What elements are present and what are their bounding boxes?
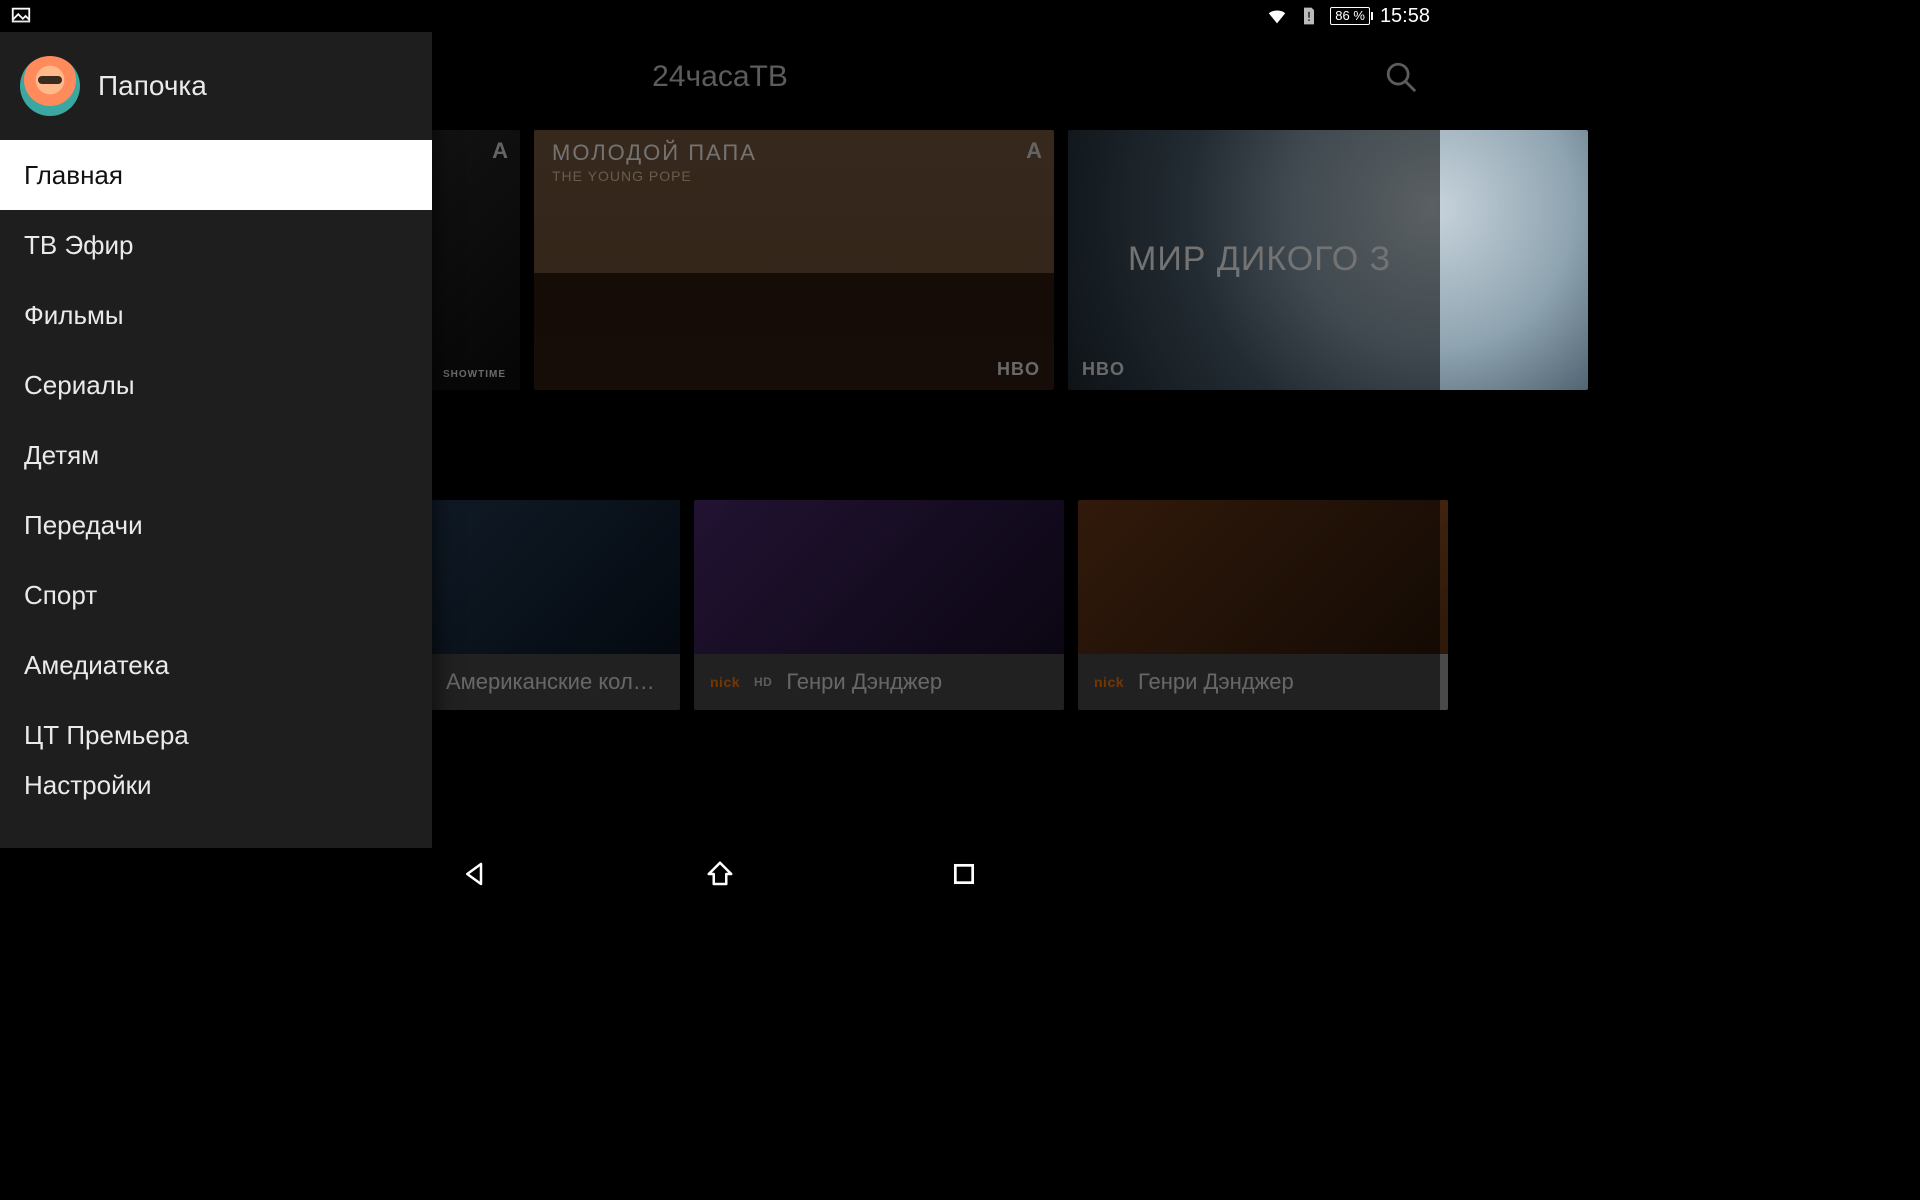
hero-card[interactable]: A МОЛОДОЙ ПАПА THE YOUNG POPE HBO xyxy=(534,130,1054,390)
nav-item-home[interactable]: Главная xyxy=(0,140,432,210)
network-badge: SHOWTIME xyxy=(443,369,506,380)
hero-title: МОЛОДОЙ ПАПА xyxy=(552,140,757,166)
hero-subtitle: THE YOUNG POPE xyxy=(552,168,692,184)
nav-item-amediateka[interactable]: Амедиатека xyxy=(0,630,432,700)
nav-item-live-tv[interactable]: ТВ Эфир xyxy=(0,210,432,280)
search-button[interactable] xyxy=(1384,60,1420,96)
content-tile[interactable]: nick Генри Дэнджер xyxy=(1078,500,1448,710)
tile-thumb xyxy=(1078,500,1448,654)
content-tile[interactable]: Американские колле… xyxy=(430,500,680,710)
nav-item-movies[interactable]: Фильмы xyxy=(0,280,432,350)
hero-card[interactable]: МИР ДИКОГО З HBO xyxy=(1068,130,1588,390)
channel-logo: nick xyxy=(1094,674,1124,690)
hero-row: A SHOWTIME A МОЛОДОЙ ПАПА THE YOUNG POPE… xyxy=(430,130,1440,390)
avatar xyxy=(20,56,80,116)
channel-hd-badge: HD xyxy=(754,675,772,689)
tile-thumb xyxy=(430,500,680,654)
android-status-bar: 86 % 15:58 xyxy=(0,0,1440,32)
home-button[interactable] xyxy=(703,857,737,891)
nav-list: Главная ТВ Эфир Фильмы Сериалы Детям Пер… xyxy=(0,140,432,848)
nav-item-shows[interactable]: Передачи xyxy=(0,490,432,560)
tile-title: Американские колле… xyxy=(446,669,664,695)
tile-thumb xyxy=(694,500,1064,654)
nav-item-sport[interactable]: Спорт xyxy=(0,560,432,630)
nav-item-settings[interactable]: Настройки xyxy=(0,770,432,810)
profile-name: Папочка xyxy=(98,70,207,102)
clock: 15:58 xyxy=(1380,5,1430,28)
tile-title: Генри Дэнджер xyxy=(1138,669,1294,695)
network-badge: HBO xyxy=(997,359,1040,380)
content-row: Американские колле… nick HD Генри Дэндже… xyxy=(430,500,1440,710)
nav-item-kids[interactable]: Детям xyxy=(0,420,432,490)
navigation-drawer: Папочка Главная ТВ Эфир Фильмы Сериалы Д… xyxy=(0,32,432,848)
content-tile[interactable]: nick HD Генри Дэнджер xyxy=(694,500,1064,710)
recents-button[interactable] xyxy=(947,857,981,891)
app-title: 24часаТВ xyxy=(652,60,788,94)
screenshot-icon xyxy=(10,5,32,27)
provider-badge: A xyxy=(1026,138,1042,164)
nav-item-series[interactable]: Сериалы xyxy=(0,350,432,420)
channel-logo: nick xyxy=(710,674,740,690)
provider-badge: A xyxy=(492,138,508,164)
hero-card[interactable]: A SHOWTIME xyxy=(430,130,520,390)
nav-item-premiere[interactable]: ЦТ Премьера xyxy=(0,700,432,770)
android-nav-bar xyxy=(0,848,1440,900)
hero-title: МИР ДИКОГО З xyxy=(1128,240,1391,279)
network-badge: HBO xyxy=(1082,359,1125,380)
drawer-header[interactable]: Папочка xyxy=(0,32,432,140)
wifi-icon xyxy=(1266,5,1288,27)
back-button[interactable] xyxy=(459,857,493,891)
sd-card-warning-icon xyxy=(1298,5,1320,27)
battery-indicator: 86 % xyxy=(1330,7,1370,25)
tile-title: Генри Дэнджер xyxy=(786,669,942,695)
